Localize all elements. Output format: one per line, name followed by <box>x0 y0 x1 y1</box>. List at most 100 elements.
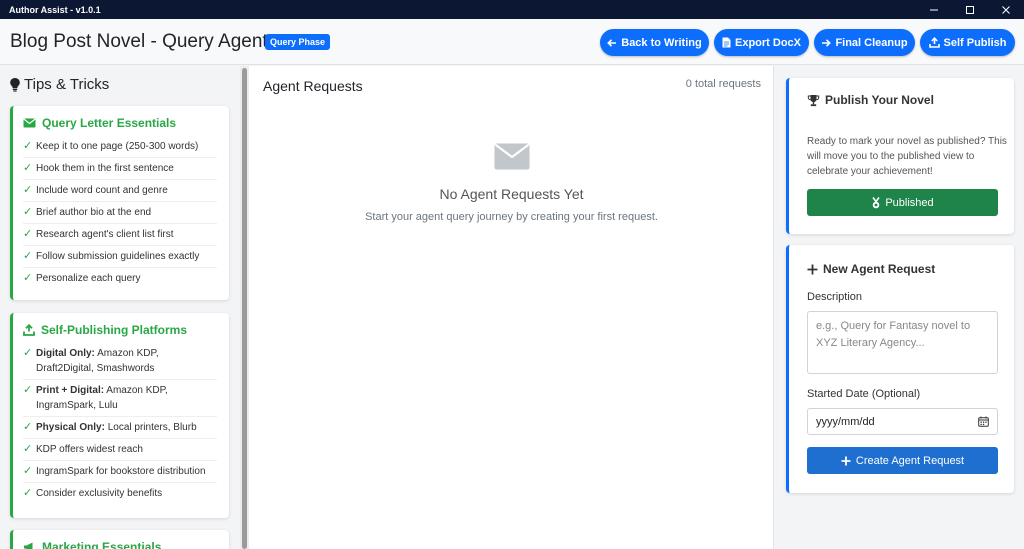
check-icon: ✓ <box>23 443 33 455</box>
check-icon: ✓ <box>23 421 33 433</box>
tip-card-title: Self-Publishing Platforms <box>41 323 188 337</box>
minimize-button[interactable] <box>916 0 952 19</box>
tip-text: Hook them in the first sentence <box>36 163 174 174</box>
tip-text: Consider exclusivity benefits <box>36 488 163 499</box>
tip-item: ✓ Print + Digital: Amazon KDP, IngramSpar… <box>23 380 217 417</box>
check-icon: ✓ <box>23 140 33 152</box>
tip-text: Personalize each query <box>36 273 141 284</box>
publish-description: Ready to mark your novel as published? T… <box>807 136 1007 177</box>
window-title: Author Assist - v1.0.1 <box>9 4 101 15</box>
tip-item: ✓ Include word count and genre <box>23 180 217 202</box>
description-label: Description <box>807 291 863 303</box>
trophy-icon <box>807 94 820 106</box>
empty-state-title: No Agent Requests Yet <box>439 186 584 202</box>
tip-card-title: Query Letter Essentials <box>42 116 177 130</box>
tip-card-header: Query Letter Essentials <box>23 116 217 130</box>
agent-requests-panel: Agent Requests 0 total requests No Agent… <box>249 66 774 549</box>
phase-badge: Query Phase <box>265 34 331 50</box>
tip-label: Print + Digital: <box>36 385 105 396</box>
final-cleanup-label: Final Cleanup <box>835 36 908 49</box>
started-date-input[interactable]: yyyy/mm/dd <box>807 408 998 435</box>
check-icon: ✓ <box>23 347 33 359</box>
check-icon: ✓ <box>23 162 33 174</box>
empty-state-subtitle: Start your agent query journey by creati… <box>365 211 658 223</box>
check-icon: ✓ <box>23 250 33 262</box>
sidebar-title-label: Tips & Tricks <box>24 76 110 93</box>
tip-card-header: Marketing Essentials <box>23 540 217 549</box>
plus-icon <box>807 264 818 274</box>
tip-item: ✓ Research agent's client list first <box>23 224 217 246</box>
sidebar-scrollbar[interactable] <box>240 66 249 549</box>
tip-text: Keep it to one page (250-300 words) <box>36 141 199 152</box>
back-to-writing-button[interactable]: Back to Writing <box>600 29 709 56</box>
check-icon: ✓ <box>23 465 33 477</box>
main-title: Agent Requests <box>263 78 363 94</box>
check-icon: ✓ <box>23 206 33 218</box>
check-icon: ✓ <box>23 384 33 396</box>
export-docx-label: Export DocX <box>734 36 801 49</box>
tip-card-self-publishing: Self-Publishing Platforms ✓ Digital Only:… <box>10 313 229 518</box>
export-docx-button[interactable]: Export DocX <box>714 29 809 56</box>
total-requests: 0 total requests <box>685 78 761 90</box>
tip-card-query-letter: Query Letter Essentials ✓ Keep it to one … <box>10 106 229 300</box>
plus-icon <box>841 456 851 465</box>
right-column: Publish Your Novel Ready to mark your no… <box>774 66 1024 549</box>
tip-list: ✓ Keep it to one page (250-300 words) ✓ Ho… <box>23 136 217 289</box>
description-input[interactable] <box>807 311 998 374</box>
create-agent-request-button[interactable]: Create Agent Request <box>807 447 998 474</box>
envelope-icon <box>494 143 530 170</box>
published-button-label: Published <box>885 196 934 209</box>
page-header: Blog Post Novel - Query Agents Query Pha… <box>0 19 1024 65</box>
tip-text: IngramSpark for bookstore distribution <box>36 466 206 477</box>
tip-item: ✓ Consider exclusivity benefits <box>23 483 217 504</box>
document-icon <box>722 37 731 48</box>
check-icon: ✓ <box>23 228 33 240</box>
tip-label: Physical Only: <box>36 422 105 433</box>
page-title: Blog Post Novel - Query Agents <box>10 31 278 52</box>
tip-card-title: Marketing Essentials <box>42 540 162 549</box>
create-agent-request-label: Create Agent Request <box>855 454 965 467</box>
maximize-button[interactable] <box>952 0 988 19</box>
tip-item: ✓ KDP offers widest reach <box>23 439 217 461</box>
minimize-icon <box>930 9 938 10</box>
arrow-left-icon <box>607 38 617 47</box>
new-request-title: New Agent Request <box>807 262 935 276</box>
tip-label: Digital Only: <box>36 348 95 359</box>
tips-sidebar[interactable]: Tips & Tricks Query Letter Essentials ✓ K… <box>0 66 249 549</box>
upload-icon <box>23 324 35 336</box>
tip-text: Follow submission guidelines exactly <box>36 251 200 262</box>
tip-item: ✓ IngramSpark for bookstore distribution <box>23 461 217 483</box>
tip-item: ✓ Personalize each query <box>23 268 217 289</box>
new-request-title-label: New Agent Request <box>823 262 936 276</box>
self-publish-label: Self Publish <box>943 36 1007 49</box>
tip-card-marketing: Marketing Essentials <box>10 530 229 549</box>
tip-item: ✓ Digital Only: Amazon KDP, Draft2Digital… <box>23 343 217 380</box>
publish-card-title: Publish Your Novel <box>807 93 934 107</box>
maximize-icon <box>966 5 974 14</box>
tip-item: ✓ Follow submission guidelines exactly <box>23 246 217 268</box>
check-icon: ✓ <box>23 272 33 284</box>
arrow-right-icon <box>822 38 832 47</box>
calendar-icon[interactable] <box>978 416 989 427</box>
check-icon: ✓ <box>23 184 33 196</box>
close-window-button[interactable] <box>988 0 1024 19</box>
tip-list: ✓ Digital Only: Amazon KDP, Draft2Digital… <box>23 343 217 504</box>
medal-icon <box>872 196 880 208</box>
sidebar-scroll-thumb[interactable] <box>242 68 247 549</box>
lightbulb-icon <box>10 78 20 92</box>
tip-text: Research agent's client list first <box>36 229 174 240</box>
tip-item: ✓ Brief author bio at the end <box>23 202 217 224</box>
date-value: yyyy/mm/dd <box>816 415 875 428</box>
envelope-icon <box>23 118 36 128</box>
check-icon: ✓ <box>23 487 33 499</box>
sidebar-title: Tips & Tricks <box>9 76 109 93</box>
tip-item: ✓ Hook them in the first sentence <box>23 158 217 180</box>
self-publish-button[interactable]: Self Publish <box>920 29 1015 56</box>
new-agent-request-card: New Agent Request Description Started Da… <box>786 245 1014 493</box>
close-icon <box>1002 5 1010 14</box>
final-cleanup-button[interactable]: Final Cleanup <box>814 29 915 56</box>
tip-item: ✓ Keep it to one page (250-300 words) <box>23 136 217 158</box>
published-button[interactable]: Published <box>807 189 998 216</box>
tip-text: KDP offers widest reach <box>36 444 143 455</box>
upload-icon <box>928 37 940 48</box>
